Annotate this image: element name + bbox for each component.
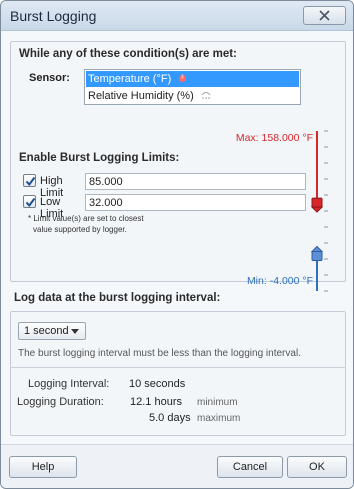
limit-note-line2: value supported by logger. xyxy=(33,224,127,234)
low-limit-handle[interactable] xyxy=(310,245,324,261)
duration-min-value: 12.1 hours xyxy=(130,396,182,408)
thermometer-icon xyxy=(178,72,187,82)
logging-interval-value: 10 seconds xyxy=(129,378,186,390)
low-limit-input[interactable] xyxy=(85,194,306,211)
burst-logging-dialog: Burst Logging While any of these conditi… xyxy=(0,0,354,489)
limits-heading: Enable Burst Logging Limits: xyxy=(19,152,180,164)
duration-max-value: 5.0 days xyxy=(149,412,191,424)
checkmark-icon xyxy=(25,197,36,208)
panel-divider xyxy=(10,367,346,368)
burst-interval-value: 1 second xyxy=(24,325,69,337)
duration-min-unit: minimum xyxy=(197,397,238,408)
logging-interval-label: Logging Interval: xyxy=(28,378,110,390)
burst-interval-dropdown[interactable]: 1 second xyxy=(18,322,86,340)
interval-heading: Log data at the burst logging interval: xyxy=(14,292,221,304)
chevron-down-icon xyxy=(71,329,79,334)
duration-max-unit: maximum xyxy=(197,413,241,424)
conditions-heading: While any of these condition(s) are met: xyxy=(19,48,237,60)
interval-hint: The burst logging interval must be less … xyxy=(18,348,301,359)
high-limit-checkbox[interactable] xyxy=(23,174,36,187)
limit-note-line1: * Limit value(s) are set to closest xyxy=(28,214,144,223)
ok-button[interactable]: OK xyxy=(287,456,347,478)
sensor-item-label: Temperature (°F) xyxy=(88,73,172,85)
dialog-title: Burst Logging xyxy=(10,8,97,24)
sensor-item-temperature[interactable]: Temperature (°F) xyxy=(86,71,299,87)
humidity-icon xyxy=(201,89,211,99)
cancel-button[interactable]: Cancel xyxy=(217,456,283,478)
high-limit-input[interactable] xyxy=(85,173,306,190)
sensor-label: Sensor: xyxy=(29,72,70,84)
checkmark-icon xyxy=(25,176,36,187)
title-bar[interactable]: Burst Logging xyxy=(1,1,353,31)
max-temperature-label: Max: 158.000 °F xyxy=(235,132,313,144)
slider-ticks xyxy=(324,130,328,292)
sensor-item-humidity[interactable]: Relative Humidity (%) xyxy=(86,88,211,104)
close-icon xyxy=(319,10,330,21)
sensor-item-label: Relative Humidity (%) xyxy=(88,90,194,102)
help-button[interactable]: Help xyxy=(9,456,77,478)
close-button[interactable] xyxy=(303,6,346,25)
high-limit-handle[interactable] xyxy=(310,197,324,213)
limit-note: * Limit value(s) are set to closest valu… xyxy=(28,214,188,235)
min-temperature-label: Min: -4.000 °F xyxy=(246,275,313,287)
limit-range-slider[interactable] xyxy=(306,125,336,297)
low-limit-checkbox[interactable] xyxy=(23,195,36,208)
sensor-list[interactable]: Temperature (°F) Relative Humidity (%) xyxy=(84,69,301,105)
logging-duration-label: Logging Duration: xyxy=(17,396,104,408)
